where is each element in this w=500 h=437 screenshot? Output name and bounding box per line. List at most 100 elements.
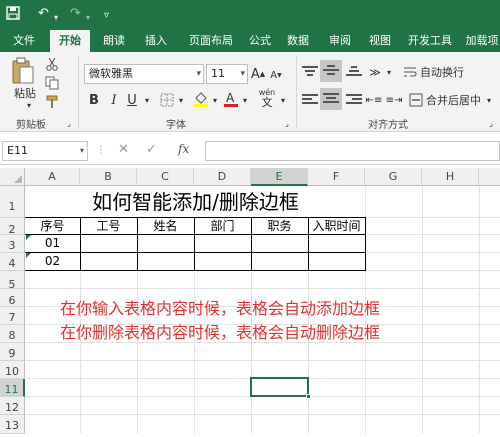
formula-input[interactable] <box>205 141 500 161</box>
orientation-dropdown-icon[interactable]: ▾ <box>384 64 394 80</box>
paste-dropdown-icon[interactable]: ▾ <box>22 100 36 110</box>
font-color-dropdown-icon[interactable]: ▾ <box>240 92 250 108</box>
header-cell-employee-id[interactable]: 工号 <box>80 218 137 234</box>
grow-font-button[interactable]: A ▲ <box>250 64 266 84</box>
column-header-a[interactable]: A <box>25 168 80 186</box>
redo-icon[interactable]: ↷ <box>70 6 81 22</box>
paste-button[interactable]: 粘贴 <box>10 86 40 100</box>
header-cell-name[interactable]: 姓名 <box>137 218 194 234</box>
format-painter-icon[interactable] <box>44 94 60 110</box>
fill-color-dropdown-icon[interactable]: ▾ <box>210 92 220 108</box>
tab-file[interactable]: 文件 <box>4 30 44 52</box>
merge-dropdown-icon[interactable]: ▾ <box>484 92 494 108</box>
header-cell-position[interactable]: 职务 <box>251 218 308 234</box>
row-header-5[interactable]: 5 <box>0 271 25 291</box>
formula-bar-grip-icon[interactable]: ⋮ <box>96 145 106 156</box>
tab-addins[interactable]: 加载项 <box>462 30 500 52</box>
worksheet-grid[interactable]: A B C D E F G H 1 2 3 4 5 6 7 8 9 10 11 … <box>0 168 500 434</box>
align-top-icon[interactable] <box>300 62 320 82</box>
row-header-4[interactable]: 4 <box>0 253 25 271</box>
cancel-icon[interactable]: ✕ <box>118 142 129 157</box>
row-header-2[interactable]: 2 <box>0 218 25 236</box>
row-header-10[interactable]: 10 <box>0 361 25 379</box>
copy-icon[interactable] <box>44 75 60 91</box>
fill-handle[interactable] <box>306 394 311 399</box>
column-header-c[interactable]: C <box>137 168 194 186</box>
align-bottom-icon[interactable] <box>344 62 364 82</box>
tab-developer[interactable]: 开发工具 <box>404 30 456 52</box>
align-left-icon[interactable] <box>300 90 320 110</box>
enter-icon[interactable]: ✓ <box>146 142 157 157</box>
undo-icon[interactable]: ↶ <box>38 6 49 22</box>
decrease-indent-icon[interactable]: ⇤≡ <box>364 90 384 110</box>
bold-button[interactable]: B <box>86 90 102 110</box>
align-middle-icon[interactable] <box>320 60 342 82</box>
column-header-b[interactable]: B <box>80 168 137 186</box>
orientation-icon[interactable]: ≫ <box>364 62 386 82</box>
borders-dropdown-icon[interactable]: ▾ <box>176 92 186 108</box>
row-header-12[interactable]: 12 <box>0 397 25 415</box>
tab-read-aloud[interactable]: 朗读 <box>94 30 134 52</box>
row-header-6[interactable]: 6 <box>0 289 25 307</box>
row-header-11[interactable]: 11 <box>0 379 25 397</box>
shrink-font-button[interactable]: A ▼ <box>268 66 284 84</box>
row-header-13[interactable]: 13 <box>0 415 25 434</box>
tab-view[interactable]: 视图 <box>364 30 396 52</box>
column-header-i[interactable] <box>479 168 500 186</box>
font-launcher-icon[interactable]: ⌟ <box>282 118 292 128</box>
row-header-9[interactable]: 9 <box>0 343 25 361</box>
underline-button[interactable]: U <box>124 90 140 110</box>
font-color-icon[interactable]: A <box>222 88 240 110</box>
column-header-g[interactable]: G <box>365 168 422 186</box>
underline-dropdown-icon[interactable]: ▾ <box>142 92 152 108</box>
wrap-text-button[interactable]: 自动换行 <box>420 62 470 82</box>
increase-indent-icon[interactable]: ≡⇥ <box>384 90 404 110</box>
active-cell-e11[interactable] <box>250 377 311 399</box>
phonetic-dropdown-icon[interactable]: ▾ <box>278 92 288 108</box>
tab-home[interactable]: 开始 <box>50 30 90 52</box>
phonetic-button[interactable]: wén 文 <box>256 86 278 110</box>
merge-center-icon[interactable] <box>408 90 424 110</box>
merge-center-button[interactable]: 合并后居中 <box>426 90 484 110</box>
tab-formulas[interactable]: 公式 <box>244 30 276 52</box>
save-icon[interactable] <box>6 6 20 25</box>
italic-button[interactable]: I <box>106 90 122 110</box>
align-right-icon[interactable] <box>344 90 364 110</box>
wrap-text-icon[interactable] <box>402 62 418 82</box>
column-header-d[interactable]: D <box>194 168 251 186</box>
table-row-cell[interactable]: 01 <box>25 235 80 252</box>
tab-page-layout[interactable]: 页面布局 <box>180 30 242 52</box>
font-size-combo[interactable]: 11 ▾ <box>206 64 248 84</box>
tab-review[interactable]: 审阅 <box>324 30 356 52</box>
insert-function-icon[interactable]: fx <box>178 142 189 156</box>
column-header-f[interactable]: F <box>308 168 365 186</box>
header-cell-department[interactable]: 部门 <box>194 218 251 234</box>
row-header-8[interactable]: 8 <box>0 325 25 343</box>
alignment-launcher-icon[interactable]: ⌟ <box>486 118 496 128</box>
column-header-e[interactable]: E <box>251 168 308 186</box>
align-center-icon[interactable] <box>320 88 342 110</box>
column-header-h[interactable]: H <box>422 168 479 186</box>
table-row-cell[interactable]: 02 <box>25 253 80 270</box>
font-name-combo[interactable]: 微软雅黑 ▾ <box>84 64 204 84</box>
font-name-dropdown-icon[interactable]: ▾ <box>196 65 201 83</box>
paste-icon[interactable] <box>6 56 40 86</box>
row-header-7[interactable]: 7 <box>0 307 25 325</box>
tab-insert[interactable]: 插入 <box>136 30 176 52</box>
name-box-dropdown-icon[interactable]: ▾ <box>80 142 84 160</box>
header-cell-seq[interactable]: 序号 <box>25 218 80 234</box>
clipboard-launcher-icon[interactable]: ⌟ <box>64 118 74 128</box>
row-header-1[interactable]: 1 <box>0 186 25 218</box>
cut-icon[interactable] <box>44 56 60 72</box>
name-box[interactable]: E11 ▾ <box>2 141 88 161</box>
font-size-dropdown-icon[interactable]: ▾ <box>240 65 245 83</box>
customize-toolbar-icon[interactable]: ▿ <box>104 8 109 24</box>
undo-dropdown-icon[interactable]: ▾ <box>54 10 58 26</box>
fill-color-icon[interactable] <box>192 88 210 110</box>
borders-icon[interactable] <box>158 90 176 110</box>
redo-dropdown-icon[interactable]: ▾ <box>86 10 90 26</box>
select-all-corner[interactable] <box>0 168 25 186</box>
tab-data[interactable]: 数据 <box>282 30 314 52</box>
header-cell-hire-date[interactable]: 入职时间 <box>308 218 365 234</box>
row-header-3[interactable]: 3 <box>0 235 25 253</box>
